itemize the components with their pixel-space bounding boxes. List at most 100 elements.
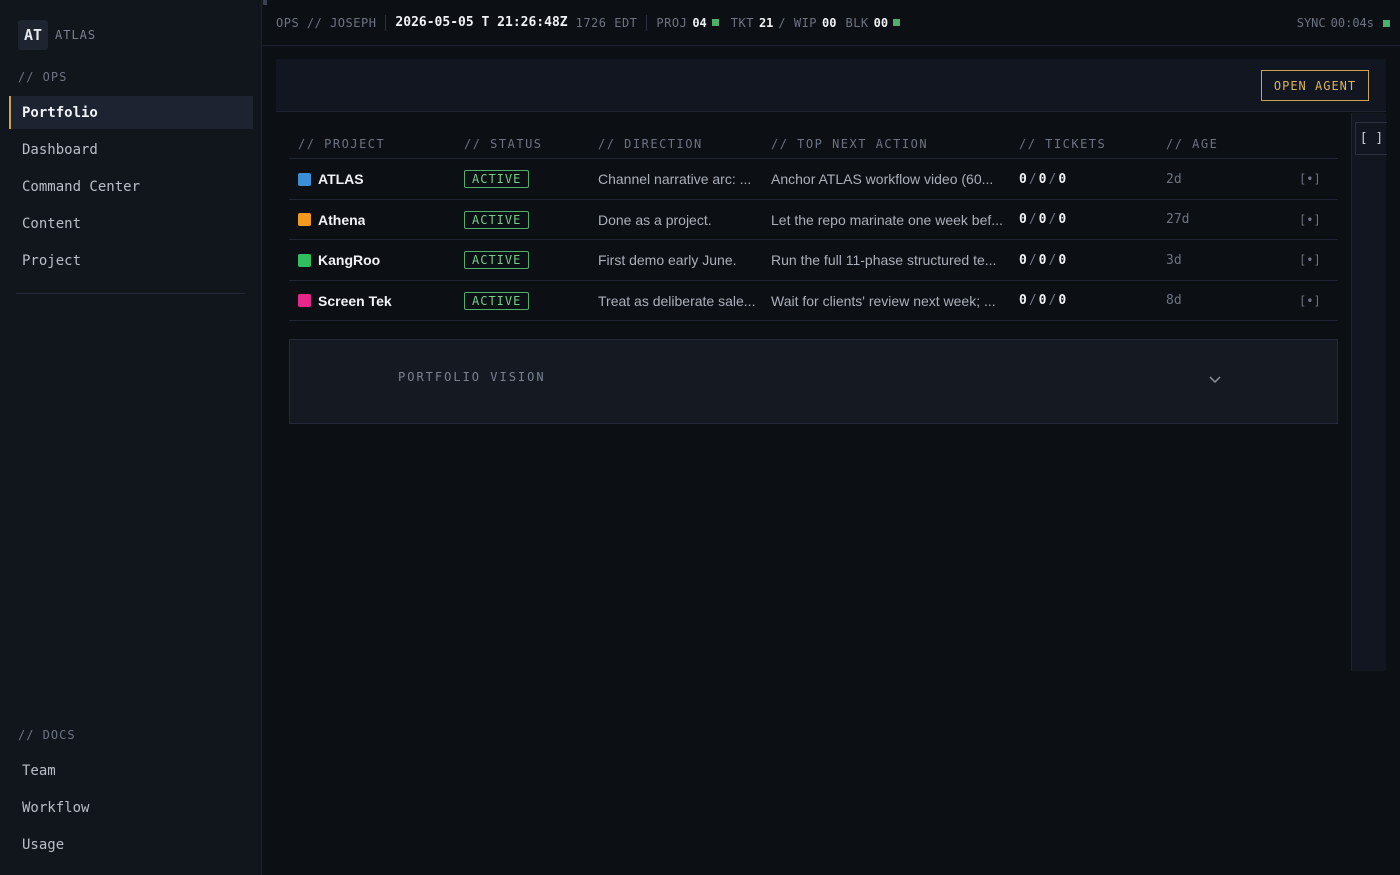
divider [385, 14, 387, 31]
docs-section-label: // DOCS [18, 728, 76, 742]
project-cell[interactable]: KangRoo [298, 240, 380, 280]
tickets-cell: 0/0/0 [1019, 159, 1066, 199]
sync-label: SYNC [1296, 16, 1326, 30]
column-header-direction[interactable]: // DIRECTION [598, 137, 703, 151]
tickets-blocked: 0 [1058, 293, 1067, 308]
project-color-swatch [298, 213, 311, 226]
tickets-wip: 0 [1038, 252, 1047, 268]
wip-count: 00 [822, 15, 837, 30]
proj-status-indicator [711, 19, 719, 26]
status-badge: ACTIVE [464, 251, 530, 269]
context-label: OPS // JOSEPH [276, 15, 377, 30]
sync-status: SYNC 00:04s [1297, 16, 1390, 30]
direction-cell: Done as a project. [598, 211, 712, 228]
sidebar: AT ATLAS // OPS Portfolio Dashboard Comm… [0, 0, 262, 875]
tickets-open: 0 [1019, 293, 1027, 308]
row-action-button[interactable]: [•] [1299, 159, 1321, 199]
tickets-wip: 0 [1038, 293, 1047, 308]
tickets-cell: 0/0/0 [1019, 281, 1066, 321]
sync-indicator [1383, 19, 1390, 27]
tkt-label: TKT [730, 15, 754, 30]
column-header-status[interactable]: // STATUS [464, 137, 543, 151]
tickets-wip: 0 [1038, 212, 1047, 227]
project-color-swatch [298, 253, 311, 267]
portfolio-table: // PROJECT // STATUS // DIRECTION // TOP… [289, 128, 1338, 321]
expand-rail-button[interactable]: [ ] [1355, 122, 1387, 155]
age-cell: 27d [1166, 212, 1190, 227]
status-bar: OPS // JOSEPH 2026-05-05 T 21:26:48Z 172… [263, 0, 1400, 46]
tickets-separator: / [1028, 212, 1037, 227]
portfolio-vision-panel[interactable]: PORTFOLIO VISION [289, 339, 1338, 424]
status-badge: ACTIVE [464, 210, 530, 229]
column-header-tickets[interactable]: // TICKETS [1019, 137, 1106, 151]
tickets-wip: 0 [1038, 171, 1047, 187]
tickets-blocked: 0 [1058, 252, 1067, 268]
tickets-separator: / [1048, 171, 1057, 187]
tickets-blocked: 0 [1058, 212, 1067, 227]
sidebar-item-usage[interactable]: Usage [9, 828, 253, 861]
ops-section-label: // OPS [18, 70, 68, 84]
tickets-cell: 0/0/0 [1019, 200, 1066, 240]
sidebar-item-portfolio[interactable]: Portfolio [9, 96, 253, 129]
next-action-cell: Wait for clients' review next week; ... [771, 292, 996, 309]
next-action-cell: Let the repo marinate one week bef... [771, 211, 1003, 228]
project-name[interactable]: ATLAS [318, 171, 364, 187]
portfolio-vision-label: PORTFOLIO VISION [398, 370, 546, 384]
row-action-button[interactable]: [•] [1299, 200, 1321, 240]
project-name[interactable]: Athena [318, 212, 365, 228]
table-header: // PROJECT // STATUS // DIRECTION // TOP… [289, 128, 1338, 159]
column-header-project[interactable]: // PROJECT [298, 137, 385, 151]
sidebar-item-project[interactable]: Project [9, 244, 253, 277]
chevron-down-icon[interactable] [1208, 373, 1222, 387]
tickets-separator: / [1028, 252, 1037, 268]
row-action-button[interactable]: [•] [1299, 281, 1321, 321]
next-action-cell: Run the full 11-phase structured te... [771, 252, 997, 268]
direction-cell: Channel narrative arc: ... [598, 171, 752, 187]
project-color-swatch [298, 172, 311, 186]
status-cell: ACTIVE [464, 281, 530, 321]
age-cell: 2d [1166, 171, 1182, 187]
blk-status-indicator [893, 19, 901, 26]
tickets-separator: / [1028, 171, 1037, 187]
project-name[interactable]: KangRoo [318, 252, 380, 268]
page-header-panel: OPEN AGENT [276, 59, 1386, 112]
brand-badge: AT [18, 20, 48, 50]
blk-count: 00 [873, 15, 889, 30]
project-name[interactable]: Screen Tek [318, 293, 392, 309]
direction-cell: Treat as deliberate sale... [598, 292, 756, 309]
blk-label: BLK [845, 15, 869, 30]
column-header-age[interactable]: // AGE [1166, 137, 1218, 151]
table-row[interactable]: Screen Tek ACTIVE Treat as deliberate sa… [289, 281, 1338, 321]
table-row[interactable]: KangRoo ACTIVE First demo early June. Ru… [289, 240, 1338, 281]
sidebar-divider [16, 293, 245, 294]
sidebar-item-content[interactable]: Content [9, 207, 253, 240]
tickets-separator: / [1028, 293, 1037, 308]
proj-label: PROJ [656, 15, 688, 30]
proj-count: 04 [692, 15, 707, 30]
sidebar-item-command-center[interactable]: Command Center [9, 170, 253, 203]
tickets-separator: / [1048, 252, 1057, 268]
sidebar-item-team[interactable]: Team [9, 754, 253, 787]
brand[interactable]: AT ATLAS [18, 20, 96, 50]
sidebar-item-workflow[interactable]: Workflow [9, 791, 253, 824]
open-agent-button[interactable]: OPEN AGENT [1261, 70, 1369, 101]
next-action-cell: Anchor ATLAS workflow video (60... [771, 171, 994, 187]
table-row[interactable]: ATLAS ACTIVE Channel narrative arc: ... … [289, 159, 1338, 200]
row-action-button[interactable]: [•] [1299, 240, 1321, 280]
tickets-open: 0 [1019, 212, 1027, 227]
divider [646, 14, 648, 31]
local-time: 1726 EDT [575, 15, 638, 30]
sidebar-item-dashboard[interactable]: Dashboard [9, 133, 253, 166]
project-cell[interactable]: Athena [298, 200, 365, 240]
tickets-separator: / [1048, 212, 1057, 227]
status-cell: ACTIVE [464, 200, 530, 240]
tickets-open: 0 [1019, 171, 1027, 187]
tickets-separator: / [1048, 293, 1057, 308]
column-header-next-action[interactable]: // TOP NEXT ACTION [771, 137, 928, 151]
table-row[interactable]: Athena ACTIVE Done as a project. Let the… [289, 200, 1338, 240]
status-badge: ACTIVE [464, 170, 530, 188]
utc-timestamp: 2026-05-05 T 21:26:48Z [395, 15, 568, 30]
project-cell[interactable]: Screen Tek [298, 281, 392, 321]
tickets-blocked: 0 [1058, 171, 1067, 187]
project-cell[interactable]: ATLAS [298, 159, 364, 199]
